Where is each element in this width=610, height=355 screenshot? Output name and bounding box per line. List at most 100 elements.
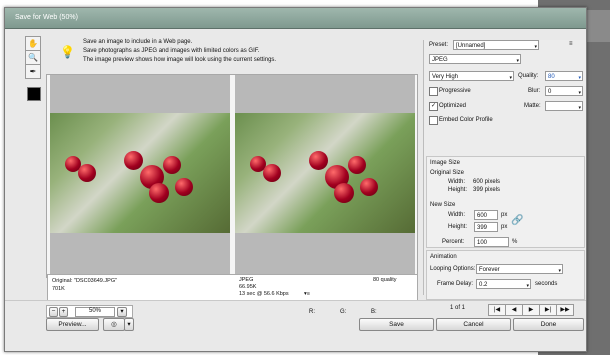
original-filesize: 701K	[52, 286, 65, 292]
preview-menu-icon[interactable]: ▾≡	[304, 291, 310, 297]
new-height-label: Height:	[448, 224, 468, 230]
settings-menu-icon[interactable]: ≡	[569, 41, 573, 47]
animation-title: Animation	[430, 254, 457, 260]
blue-readout: B:	[371, 309, 377, 315]
new-size-title: New Size	[430, 202, 456, 208]
quality-level-value: Very High	[432, 74, 459, 80]
image-size-group: Image Size Original Size Width: 600 pixe…	[426, 156, 585, 248]
blur-field[interactable]: 0 ▾	[545, 86, 583, 96]
quality-field[interactable]: 80 ▾	[545, 71, 583, 81]
new-height-unit: px	[501, 224, 508, 230]
instruction-line-3: The image preview shows how image will l…	[83, 57, 277, 63]
zoom-tool-icon[interactable]: 🔍	[25, 50, 41, 65]
matte-dropdown-icon: ▾	[578, 105, 581, 111]
color-swatch[interactable]	[27, 87, 41, 101]
preset-value: [Unnamed]	[456, 43, 486, 49]
new-height-field[interactable]: 399	[474, 222, 498, 232]
hand-tool-icon[interactable]: ✋	[25, 36, 41, 51]
original-height-label: Height:	[448, 187, 468, 193]
done-button[interactable]: Done	[513, 318, 584, 331]
title-bar[interactable]: Save for Web (50%)	[5, 8, 586, 29]
optimized-quality: 80 quality	[373, 277, 397, 283]
format-value: JPEG	[432, 57, 448, 63]
percent-label: Percent:	[442, 239, 465, 245]
embed-color-profile-checkbox[interactable]	[429, 116, 438, 125]
seconds-label: seconds	[535, 281, 558, 287]
frame-delay-value: 0.2	[479, 282, 488, 288]
blur-label: Blur:	[528, 88, 541, 94]
preview-info-bar: Original: "DSC03649.JPG" 701K JPEG 66.95…	[47, 274, 418, 301]
quality-level-select[interactable]: Very High ▾	[429, 71, 514, 81]
lightbulb-icon: 💡	[60, 45, 75, 59]
format-dropdown-icon: ▾	[516, 58, 519, 64]
save-for-web-dialog: Save for Web (50%) ✋ 🔍 ✒ 💡 Save an image…	[4, 7, 587, 352]
original-photo	[50, 113, 230, 233]
progressive-label: Progressive	[439, 88, 471, 94]
animation-group: Animation Looping Options: Forever ▾ Fram…	[426, 250, 585, 300]
preset-select[interactable]: [Unnamed] ▾	[453, 40, 539, 50]
frame-delay-label: Frame Delay:	[437, 281, 474, 287]
optimized-photo	[235, 113, 415, 233]
progressive-checkbox[interactable]	[429, 87, 438, 96]
original-width-value: 600 pixels	[473, 179, 501, 185]
original-preview-pane[interactable]	[50, 75, 230, 277]
quality-dropdown-icon: ▾	[578, 75, 581, 81]
original-width-label: Width:	[448, 179, 466, 185]
zoom-level-field[interactable]: 50%	[75, 307, 115, 317]
frame-count: 1 of 1	[450, 305, 466, 311]
new-width-label: Width:	[448, 212, 466, 218]
zoom-dropdown-icon[interactable]: ▾	[117, 307, 127, 317]
red-readout: R:	[309, 309, 315, 315]
optimized-filesize: 66.95K	[239, 284, 257, 290]
embed-color-profile-label: Embed Color Profile	[439, 117, 493, 123]
optimized-preview-pane[interactable]	[235, 75, 415, 277]
looping-options-label: Looping Options:	[430, 266, 476, 272]
original-size-title: Original Size	[430, 170, 465, 176]
optimized-label: Optimized	[439, 103, 467, 109]
quality-value: 80	[548, 74, 555, 80]
preset-dropdown-icon: ▾	[534, 44, 537, 50]
preview-button[interactable]: Preview...	[46, 318, 99, 331]
preview-area	[46, 74, 418, 278]
constrain-proportions-icon[interactable]: 🔗	[511, 215, 523, 226]
looping-dropdown-icon: ▾	[558, 268, 561, 274]
quality-label: Quality:	[518, 73, 539, 79]
original-height-value: 399 pixels	[473, 187, 501, 193]
browser-icon[interactable]: ◎	[103, 318, 125, 331]
frame-delay-dropdown-icon: ▾	[526, 283, 529, 289]
zoom-out-button[interactable]: −	[49, 307, 58, 317]
next-frame-button[interactable]: ▶|	[539, 304, 557, 316]
instruction-line-2: Save photographs as JPEG and images with…	[83, 48, 260, 54]
image-size-title: Image Size	[430, 160, 461, 166]
new-width-field[interactable]: 600	[474, 210, 498, 220]
previous-frame-button[interactable]: ◀	[505, 304, 523, 316]
looping-options-select[interactable]: Forever ▾	[476, 264, 563, 274]
zoom-in-button[interactable]: +	[59, 307, 68, 317]
optimized-format: JPEG	[239, 277, 254, 283]
eyedropper-tool-icon[interactable]: ✒	[25, 64, 41, 79]
zoom-control: − + 50% ▾	[46, 305, 133, 318]
preset-label: Preset:	[429, 42, 449, 48]
percent-field[interactable]: 100	[474, 237, 509, 247]
new-width-unit: px	[501, 212, 508, 218]
last-frame-button[interactable]: ▶▶	[556, 304, 574, 316]
percent-unit: %	[512, 239, 518, 245]
green-readout: G:	[340, 309, 347, 315]
save-button[interactable]: Save	[359, 318, 434, 331]
bottom-divider	[5, 300, 586, 301]
browser-dropdown-icon[interactable]: ▾	[124, 318, 134, 331]
format-select[interactable]: JPEG ▾	[429, 54, 521, 64]
animation-navigation: 1 of 1 |◀ ◀ ▶ ▶| ▶▶	[425, 304, 585, 317]
optimized-checkbox[interactable]: ✓	[429, 102, 438, 111]
original-filename: Original: "DSC03649.JPG"	[52, 278, 118, 284]
cancel-button[interactable]: Cancel	[436, 318, 511, 331]
play-button[interactable]: ▶	[522, 304, 540, 316]
instruction-line-1: Save an image to include in a Web page.	[83, 39, 193, 45]
first-frame-button[interactable]: |◀	[488, 304, 506, 316]
blur-value: 0	[548, 89, 552, 95]
frame-delay-select[interactable]: 0.2 ▾	[476, 279, 531, 289]
matte-field[interactable]: ▾	[545, 101, 583, 111]
looping-options-value: Forever	[479, 267, 500, 273]
quality-level-dropdown-icon: ▾	[509, 75, 512, 81]
download-time: 13 sec @ 56.6 Kbps	[239, 291, 289, 297]
